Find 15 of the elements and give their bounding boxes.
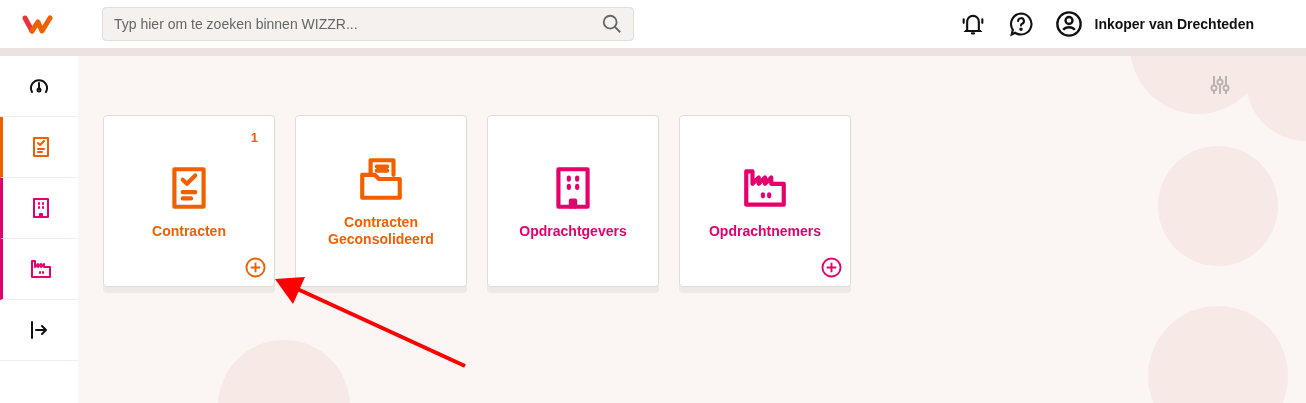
search-field[interactable]: Typ hier om te zoeken binnen WIZZR...	[102, 7, 634, 41]
sidebar-item[interactable]	[0, 239, 78, 300]
sidebar-item[interactable]	[0, 117, 78, 178]
logo-icon[interactable]	[22, 14, 54, 34]
add-icon[interactable]	[821, 257, 842, 278]
user-icon[interactable]	[1054, 10, 1083, 38]
tile-label: Contracten Geconsolideerd	[327, 214, 435, 248]
search-icon[interactable]	[601, 13, 623, 35]
tile-label: Opdrachtnemers	[707, 222, 822, 240]
sidebar-item[interactable]	[0, 178, 78, 239]
user-name[interactable]: Inkoper van Drechteden	[1094, 13, 1254, 35]
tile-label: Contracten	[151, 222, 227, 240]
add-icon[interactable]	[245, 257, 266, 278]
tile-label: Opdrachtgevers	[518, 222, 628, 240]
count-label: 1	[250, 129, 258, 147]
